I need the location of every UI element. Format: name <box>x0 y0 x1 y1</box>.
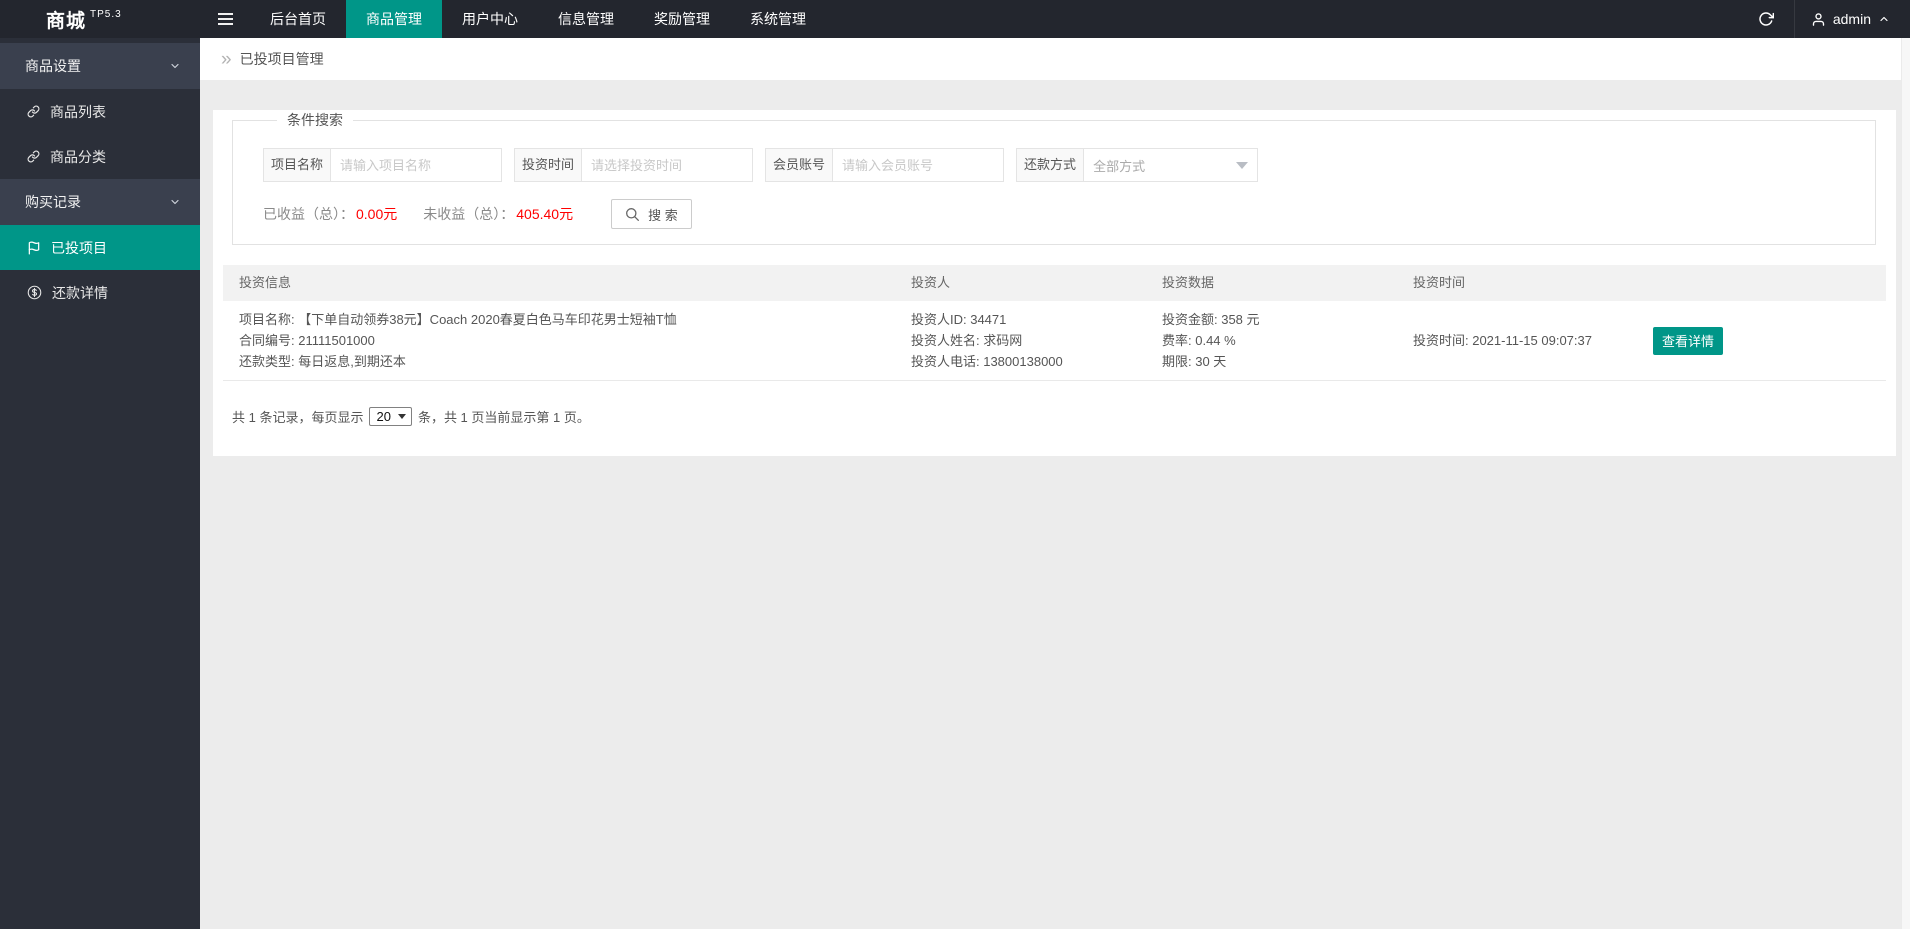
stats-row: 已收益（总）： 0.00元 未收益（总）： 405.40元 搜 索 <box>263 199 1875 229</box>
page-size-value: 20 <box>376 409 390 424</box>
nav-item-users[interactable]: 用户中心 <box>442 0 538 38</box>
dollar-icon <box>27 285 42 300</box>
sidebar-group-purchase-records[interactable]: 购买记录 <box>0 179 200 225</box>
nav-item-info[interactable]: 信息管理 <box>538 0 634 38</box>
sidebar-item-repayment-details[interactable]: 还款详情 <box>0 270 200 315</box>
cell-invest-info: 项目名称: 【下单自动领券38元】Coach 2020春夏白色马车印花男士短袖T… <box>223 301 895 380</box>
search-legend: 条件搜索 <box>277 110 353 130</box>
nav-item-system[interactable]: 系统管理 <box>730 0 826 38</box>
col-header-actions <box>1637 265 1886 301</box>
sidebar-item-label: 商品列表 <box>50 102 106 122</box>
search-conditions-fieldset: 条件搜索 项目名称 投资时间 会员账号 还款方式 全部方式 <box>232 110 1876 245</box>
sidebar-item-goods-list[interactable]: 商品列表 <box>0 89 200 134</box>
cell-actions: 查看详情 <box>1637 301 1886 380</box>
sidebar-item-goods-category[interactable]: 商品分类 <box>0 134 200 179</box>
project-name: 项目名称: 【下单自动领券38元】Coach 2020春夏白色马车印花男士短袖T… <box>239 309 885 330</box>
search-button[interactable]: 搜 索 <box>611 199 692 229</box>
chevron-up-icon <box>1878 13 1890 25</box>
app-logo-version: TP5.3 <box>90 9 122 20</box>
caret-down-icon <box>398 414 406 419</box>
filter-row: 项目名称 投资时间 会员账号 还款方式 全部方式 <box>263 148 1875 182</box>
top-nav: 后台首页 商品管理 用户中心 信息管理 奖励管理 系统管理 <box>250 0 826 38</box>
user-icon <box>1811 12 1826 27</box>
col-header-investor: 投资人 <box>895 265 1146 301</box>
unearned-total-label: 未收益（总）： <box>423 204 514 224</box>
sidebar-item-label: 已投项目 <box>51 238 107 258</box>
double-chevron-icon: » <box>221 50 232 69</box>
filter-label: 项目名称 <box>263 148 330 182</box>
invest-rate: 费率: 0.44 % <box>1162 330 1387 351</box>
view-details-button[interactable]: 查看详情 <box>1653 327 1723 355</box>
flag-icon <box>27 241 41 255</box>
investor-phone: 投资人电话: 13800138000 <box>911 351 1136 372</box>
member-account-input[interactable] <box>832 148 1004 182</box>
cell-investor: 投资人ID: 34471 投资人姓名: 求码网 投资人电话: 138001380… <box>895 301 1146 380</box>
unearned-total-value: 405.40元 <box>516 204 573 224</box>
magnifier-icon <box>625 207 640 222</box>
table-header-row: 投资信息 投资人 投资数据 投资时间 <box>223 265 1886 301</box>
cell-invest-time: 投资时间: 2021-11-15 09:07:37 <box>1397 301 1637 380</box>
sidebar-item-label: 商品分类 <box>50 147 106 167</box>
filter-member-account: 会员账号 <box>765 148 1004 182</box>
scrollbar[interactable] <box>1901 38 1910 929</box>
pagination-prefix: 共 1 条记录，每页显示 <box>232 407 363 426</box>
chevron-down-icon <box>169 60 181 72</box>
username: admin <box>1833 11 1871 27</box>
earned-total-label: 已收益（总）： <box>263 204 354 224</box>
filter-project-name: 项目名称 <box>263 148 502 182</box>
filter-label: 投资时间 <box>514 148 581 182</box>
page-size-select[interactable]: 20 <box>369 407 411 426</box>
refresh-icon[interactable] <box>1738 0 1794 38</box>
repayment-type: 还款类型: 每日返息,到期还本 <box>239 351 885 372</box>
selected-option: 全部方式 <box>1093 156 1145 175</box>
contract-number: 合同编号: 21111501000 <box>239 330 885 351</box>
caret-down-icon <box>1236 162 1248 169</box>
link-icon <box>27 150 40 163</box>
sidebar-group-goods-settings[interactable]: 商品设置 <box>0 43 200 89</box>
user-menu[interactable]: admin <box>1794 0 1910 38</box>
pagination-suffix: 条，共 1 页当前显示第 1 页。 <box>418 407 590 426</box>
sidebar: 商品设置 商品列表 商品分类 购买记录 已投项目 还款详情 <box>0 38 200 929</box>
investor-id: 投资人ID: 34471 <box>911 309 1136 330</box>
col-header-invest-data: 投资数据 <box>1146 265 1397 301</box>
invest-term: 期限: 30 天 <box>1162 351 1387 372</box>
filter-repayment-method: 还款方式 全部方式 <box>1016 148 1258 182</box>
table-row: 项目名称: 【下单自动领券38元】Coach 2020春夏白色马车印花男士短袖T… <box>223 301 1886 381</box>
repayment-method-select[interactable]: 全部方式 <box>1083 148 1258 182</box>
search-button-label: 搜 索 <box>648 205 678 224</box>
chevron-down-icon <box>169 196 181 208</box>
invest-time: 投资时间: 2021-11-15 09:07:37 <box>1413 330 1592 351</box>
content-panel: 条件搜索 项目名称 投资时间 会员账号 还款方式 全部方式 <box>213 110 1896 456</box>
topbar-right: admin <box>1738 0 1910 38</box>
col-header-invest-info: 投资信息 <box>223 265 895 301</box>
main-content: » 已投项目管理 条件搜索 项目名称 投资时间 会员账号 还款方式 <box>200 38 1910 929</box>
filter-label: 还款方式 <box>1016 148 1083 182</box>
project-name-input[interactable] <box>330 148 502 182</box>
cell-invest-data: 投资金额: 358 元 费率: 0.44 % 期限: 30 天 <box>1146 301 1397 380</box>
filter-invest-time: 投资时间 <box>514 148 753 182</box>
sidebar-item-invested-projects[interactable]: 已投项目 <box>0 225 200 270</box>
page-title: 已投项目管理 <box>240 49 324 69</box>
filter-label: 会员账号 <box>765 148 832 182</box>
top-navbar: 商城 TP5.3 后台首页 商品管理 用户中心 信息管理 奖励管理 系统管理 a… <box>0 0 1910 38</box>
nav-item-goods[interactable]: 商品管理 <box>346 0 442 38</box>
sidebar-group-label: 商品设置 <box>25 58 81 74</box>
col-header-invest-time: 投资时间 <box>1397 265 1637 301</box>
pagination: 共 1 条记录，每页显示 20 条，共 1 页当前显示第 1 页。 <box>232 407 1886 426</box>
nav-item-reward[interactable]: 奖励管理 <box>634 0 730 38</box>
hamburger-icon[interactable] <box>200 0 250 38</box>
earned-total-value: 0.00元 <box>356 204 397 224</box>
sidebar-group-label: 购买记录 <box>25 194 81 210</box>
investor-name: 投资人姓名: 求码网 <box>911 330 1136 351</box>
link-icon <box>27 105 40 118</box>
sidebar-item-label: 还款详情 <box>52 283 108 303</box>
invest-amount: 投资金额: 358 元 <box>1162 309 1387 330</box>
app-logo-text: 商城 <box>46 6 86 33</box>
breadcrumb: » 已投项目管理 <box>200 38 1910 80</box>
nav-item-dashboard[interactable]: 后台首页 <box>250 0 346 38</box>
invest-time-input[interactable] <box>581 148 753 182</box>
invest-table: 投资信息 投资人 投资数据 投资时间 项目名称: 【下单自动领券38元】Coac… <box>223 265 1886 381</box>
app-logo: 商城 TP5.3 <box>0 0 200 38</box>
